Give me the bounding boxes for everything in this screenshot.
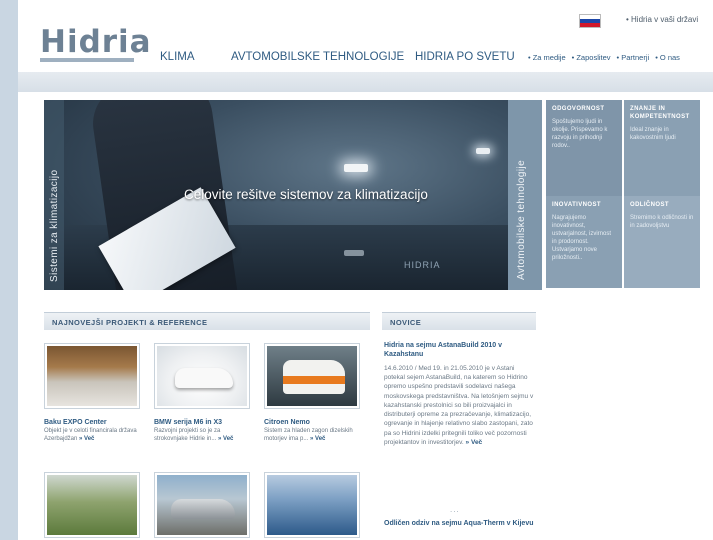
project-desc: Razvojni projekti so je za strokovnjake … — [154, 427, 250, 443]
news-title[interactable]: Hidria na sejmu AstanaBuild 2010 v Kazah… — [384, 341, 536, 359]
ceiling-light — [344, 164, 368, 172]
project-title[interactable]: Baku EXPO Center — [44, 419, 107, 426]
panel-title: INOVATIVNOST — [552, 202, 601, 208]
project-desc: Sistem za hladen zagon dizelskih motorje… — [264, 427, 360, 443]
nav-o-nas[interactable]: • O nas — [655, 53, 680, 62]
panel-desc: Spoštujemo ljudi in okolje. Prispevamo k… — [552, 118, 608, 150]
project-thumb-baku[interactable] — [44, 343, 140, 409]
page: Hidria • Hidria v vaši državi KLIMA AVTO… — [18, 0, 713, 540]
hero-caption: Celovite rešitve sistemov za klimatizaci… — [184, 187, 428, 202]
hero-board-logo: HIDRIA — [404, 260, 441, 270]
project-thumb-field[interactable] — [44, 472, 140, 538]
baku-expo-image — [47, 346, 137, 406]
projects-header-label: NAJNOVEJŠI PROJEKTI & REFERENCE — [52, 318, 208, 327]
project-desc-text: Sistem za hladen zagon dizelskih motorje… — [264, 428, 353, 443]
panel-title: ZNANJE IN KOMPETENTNOST — [630, 106, 690, 120]
panel-desc: Ideal znanje in kakovostnim ljudi — [630, 126, 676, 141]
project-title[interactable]: BMW serija M6 in X3 — [154, 419, 222, 426]
hero-left-label[interactable]: Sistemi za klimatizacijo — [49, 170, 60, 282]
logo-underline — [40, 58, 134, 62]
solar-panels-image — [267, 475, 357, 535]
nav-avtomobilske-tehnologije[interactable]: AVTOMOBILSKE TEHNOLOGIJE — [231, 51, 404, 63]
citroen-image — [267, 346, 357, 406]
bmw-image — [157, 346, 247, 406]
van-stripe — [283, 376, 345, 384]
news-body-text: 14.6.2010 / Med 19. in 21.05.2010 je v A… — [384, 365, 534, 446]
car-shape — [171, 499, 235, 519]
news-body: 14.6.2010 / Med 19. in 21.05.2010 je v A… — [384, 364, 536, 447]
panel-desc: Nagrajujemo inovativnost, ustvarjalnost,… — [552, 214, 612, 262]
project-thumb-bmw[interactable] — [154, 343, 250, 409]
nav-hidria-po-svetu[interactable]: HIDRIA PO SVETU — [415, 51, 515, 63]
car-image — [157, 475, 247, 535]
nav-za-medije[interactable]: • Za medije — [528, 53, 566, 62]
project-thumb-citroen[interactable] — [264, 343, 360, 409]
project-title[interactable]: Citroen Nemo — [264, 419, 310, 426]
news-separator: ... — [450, 505, 460, 514]
news-header-label: NOVICE — [390, 318, 422, 327]
floor-reflection — [344, 250, 364, 256]
panel-title: ODLIČNOST — [630, 202, 669, 208]
site-header: Hidria • Hidria v vaši državi KLIMA AVTO… — [18, 0, 713, 72]
project-desc-text: Razvojni projekti so je za strokovnjake … — [154, 428, 221, 443]
hidria-logo[interactable]: Hidria — [40, 24, 152, 60]
panel-odlicnost[interactable]: ODLIČNOST Stremimo k odličnosti in in za… — [624, 196, 700, 288]
nav-zaposlitev[interactable]: • Zaposlitev — [572, 53, 611, 62]
country-link[interactable]: • Hidria v vaši državi — [626, 15, 698, 24]
projects-header: NAJNOVEJŠI PROJEKTI & REFERENCE — [44, 312, 370, 330]
panel-title: ODGOVORNOST — [552, 106, 605, 112]
news-title[interactable]: Odličen odziv na sejmu Aqua-Therm v Kije… — [384, 519, 536, 528]
ceiling-light — [476, 148, 490, 154]
panel-inovativnost[interactable]: INOVATIVNOST Nagrajujemo inovativnost, u… — [546, 196, 622, 288]
nav-klima[interactable]: KLIMA — [160, 51, 195, 63]
header-band — [18, 72, 713, 92]
more-link[interactable]: » Več — [79, 436, 94, 442]
news-header: NOVICE — [382, 312, 536, 330]
panel-desc: Stremimo k odličnosti in in zadovoljstvu — [630, 214, 694, 229]
aerial-field-image — [47, 475, 137, 535]
nav-partnerji[interactable]: • Partnerji — [617, 53, 650, 62]
secondary-nav: • Za medije • Zaposlitev • Partnerji • O… — [528, 53, 680, 62]
project-thumb-car[interactable] — [154, 472, 250, 538]
project-desc: Objekt je v celoti financirala država Az… — [44, 427, 140, 443]
hero-right-label[interactable]: Avtomobilske tehnologije — [516, 160, 527, 280]
project-thumb-solar[interactable] — [264, 472, 360, 538]
panel-znanje[interactable]: ZNANJE IN KOMPETENTNOST Ideal znanje in … — [624, 100, 700, 196]
more-link[interactable]: » Več — [310, 436, 325, 442]
panel-odgovornost[interactable]: ODGOVORNOST Spoštujemo ljudi in okolje. … — [546, 100, 622, 196]
car-shape — [175, 368, 233, 388]
slovenia-flag-icon[interactable] — [579, 14, 601, 28]
more-link[interactable]: » Več — [218, 436, 233, 442]
more-link[interactable]: » Več — [466, 439, 483, 446]
